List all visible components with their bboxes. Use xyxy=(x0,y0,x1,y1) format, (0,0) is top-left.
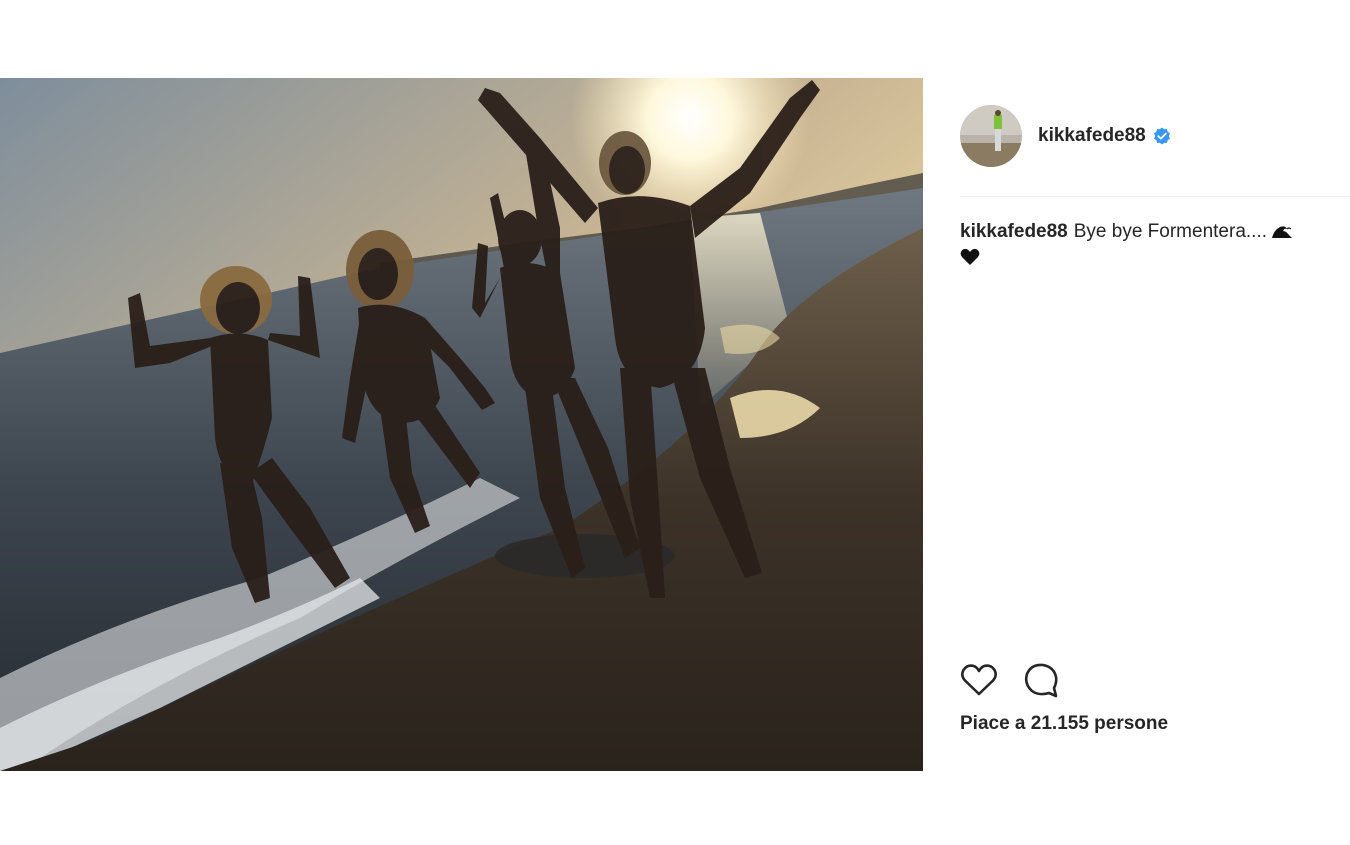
beach-sunset-photo xyxy=(0,78,923,771)
post-photo[interactable] xyxy=(0,78,923,771)
post-username[interactable]: kikkafede88 xyxy=(1038,125,1146,147)
post-actions xyxy=(960,662,1084,698)
avatar[interactable] xyxy=(960,105,1022,167)
caption-username[interactable]: kikkafede88 xyxy=(960,221,1068,242)
black-heart-icon xyxy=(960,247,980,265)
avatar-image xyxy=(960,105,1022,167)
post-side-panel: kikkafede88 kikkafede88 Bye bye Formenter… xyxy=(923,78,1350,771)
header-divider xyxy=(960,196,1350,197)
likes-count[interactable]: Piace a 21.155 persone xyxy=(960,713,1168,735)
caption-text: Bye bye Formentera.... xyxy=(1073,221,1267,242)
comment-bubble-icon[interactable] xyxy=(1022,662,1060,698)
like-heart-icon[interactable] xyxy=(960,662,998,698)
post-caption: kikkafede88 Bye bye Formentera.... xyxy=(960,218,1322,265)
instagram-post: kikkafede88 kikkafede88 Bye bye Formenter… xyxy=(0,0,1350,845)
wave-icon xyxy=(1271,220,1293,238)
post-header: kikkafede88 xyxy=(960,105,1350,167)
verified-badge-icon xyxy=(1153,127,1171,145)
